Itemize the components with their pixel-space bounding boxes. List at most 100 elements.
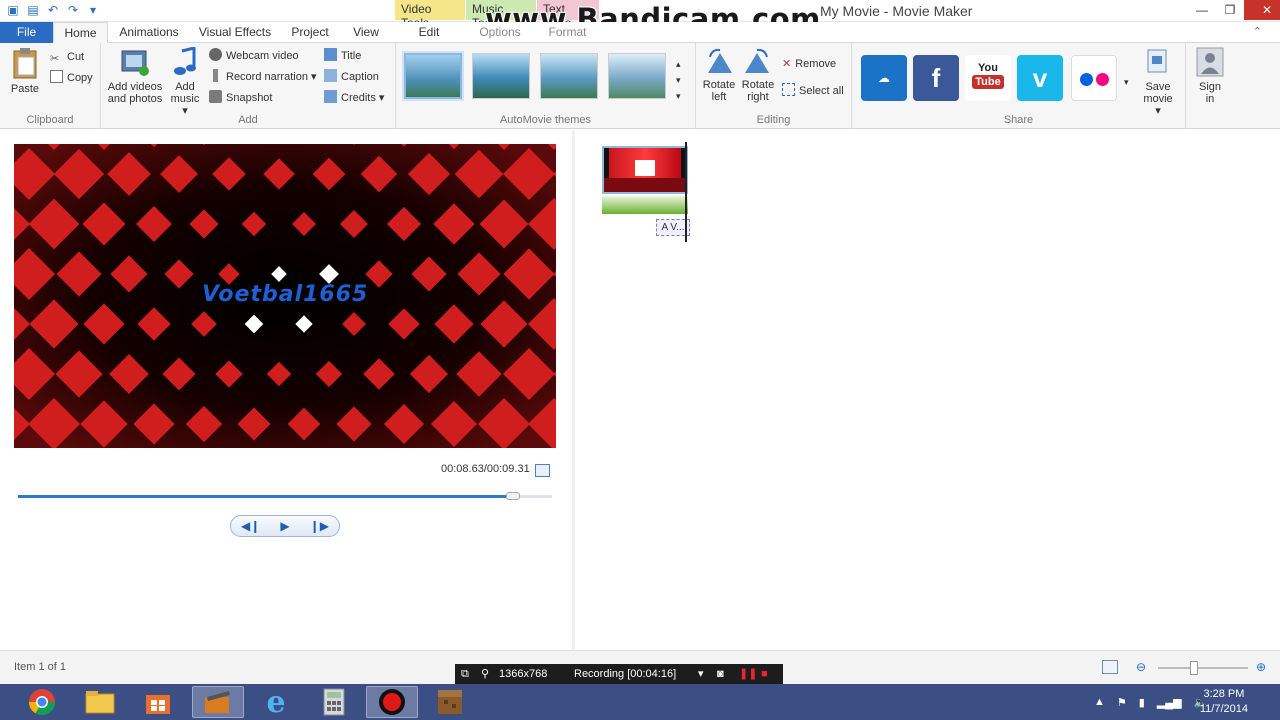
save-icon[interactable]: ▤ bbox=[26, 3, 40, 17]
rotate-right-label-1: Rotate bbox=[741, 79, 775, 91]
cut-button[interactable]: ✂ Cut bbox=[50, 48, 84, 66]
video-tools-context: Video Tools bbox=[395, 0, 465, 30]
tab-options[interactable]: Options bbox=[475, 22, 525, 43]
minecraft-icon[interactable] bbox=[424, 686, 476, 718]
rotate-left-button[interactable]: Rotate left bbox=[702, 47, 736, 103]
add-videos-photos-button[interactable]: Add videos and photos bbox=[106, 47, 164, 105]
thumbnail-size-icon[interactable] bbox=[1102, 660, 1118, 674]
recording-menu-icon[interactable]: ▾ bbox=[698, 664, 704, 684]
snapshot-label: Snapshot bbox=[226, 92, 273, 104]
credits-button[interactable]: Credits ▾ bbox=[324, 89, 384, 107]
tab-view[interactable]: View bbox=[345, 22, 387, 43]
tab-project[interactable]: Project bbox=[285, 22, 335, 43]
paste-button[interactable]: Paste bbox=[6, 47, 44, 95]
zoom-in-icon[interactable]: ⊕ bbox=[1256, 660, 1266, 674]
remove-button[interactable]: ✕ Remove bbox=[782, 55, 836, 73]
clock[interactable]: 3:28 PM 11/7/2014 bbox=[1200, 687, 1248, 717]
store-icon[interactable] bbox=[132, 686, 184, 718]
maximize-button[interactable]: ❐ bbox=[1216, 0, 1244, 20]
minimize-ribbon-icon[interactable]: ⌃ bbox=[1253, 25, 1262, 38]
youtube-icon[interactable]: You Tube bbox=[965, 55, 1011, 101]
title-button[interactable]: Title bbox=[324, 47, 361, 65]
zoom-slider-track[interactable] bbox=[1158, 667, 1248, 669]
webcam-video-button[interactable]: Webcam video bbox=[209, 47, 299, 65]
movie-maker-icon[interactable] bbox=[192, 686, 244, 718]
play-icon[interactable]: ▶ bbox=[280, 519, 289, 533]
themes-more-icon[interactable]: ▾ bbox=[676, 87, 681, 105]
internet-explorer-icon[interactable]: e bbox=[250, 685, 302, 720]
webcam-label: Webcam video bbox=[226, 50, 299, 62]
clip-frame-graphic bbox=[604, 148, 686, 192]
copy-button[interactable]: Copy bbox=[50, 69, 93, 87]
rotate-right-button[interactable]: Rotate right bbox=[740, 47, 776, 103]
search-icon[interactable]: ⚲ bbox=[481, 664, 489, 684]
video-preview[interactable]: Voetbal1665 bbox=[14, 144, 556, 448]
tab-visual-effects[interactable]: Visual Effects bbox=[196, 22, 274, 43]
fullscreen-preview-icon[interactable] bbox=[535, 464, 550, 477]
video-clip-thumbnail[interactable] bbox=[602, 146, 688, 194]
add-music-button[interactable]: Add music ▾ bbox=[167, 47, 203, 117]
close-button[interactable]: ✕ bbox=[1244, 0, 1280, 20]
recording-status: Recording [00:04:16] bbox=[574, 668, 677, 680]
facebook-icon[interactable]: f bbox=[913, 55, 959, 101]
storyboard-playhead[interactable] bbox=[685, 142, 687, 242]
onedrive-icon[interactable]: ☁ bbox=[861, 55, 907, 101]
calculator-icon[interactable] bbox=[308, 686, 360, 718]
seek-thumb[interactable] bbox=[506, 492, 521, 500]
tab-home[interactable]: Home bbox=[53, 22, 108, 43]
select-all-icon bbox=[782, 83, 795, 96]
system-tray: ▲ ⚑ ▮ ▂▄▆ 🔈 bbox=[1094, 696, 1207, 709]
zoom-slider-thumb[interactable] bbox=[1190, 661, 1198, 675]
network-icon[interactable]: ▮ bbox=[1139, 696, 1145, 709]
next-frame-icon[interactable]: ❙▶ bbox=[310, 519, 329, 533]
pause-record-icon[interactable]: ❚❚ bbox=[739, 664, 757, 684]
show-hidden-icons-icon[interactable]: ▲ bbox=[1094, 696, 1105, 709]
theme-default[interactable] bbox=[404, 53, 462, 99]
dropdown-caret-icon: ▾ bbox=[375, 92, 385, 104]
flickr-icon[interactable] bbox=[1071, 55, 1117, 101]
tab-file[interactable]: File bbox=[0, 22, 53, 43]
app-menu-icon[interactable]: ▣ bbox=[6, 3, 20, 17]
audio-clip-waveform[interactable] bbox=[602, 196, 688, 214]
seek-bar[interactable] bbox=[18, 492, 552, 500]
snapshot-button[interactable]: Snapshot bbox=[209, 89, 272, 107]
sign-in-label-1: Sign bbox=[1198, 81, 1222, 93]
undo-icon[interactable]: ↶ bbox=[46, 3, 60, 17]
camera-icon bbox=[209, 90, 222, 103]
window-mode-icon[interactable]: ⧉ bbox=[461, 664, 469, 684]
add-music-label-1: Add bbox=[175, 81, 195, 93]
share-more-icon[interactable]: ▾ bbox=[1124, 73, 1129, 91]
save-movie-button[interactable]: Save movie ▾ bbox=[1140, 47, 1176, 117]
stop-record-icon[interactable]: ■ bbox=[761, 664, 768, 684]
video-title-overlay: Voetbal1665 bbox=[202, 282, 369, 307]
zoom-out-icon[interactable]: ⊖ bbox=[1136, 660, 1146, 674]
file-explorer-icon[interactable] bbox=[74, 686, 126, 718]
sign-in-button[interactable]: Sign in bbox=[1192, 47, 1228, 105]
tab-format[interactable]: Format bbox=[540, 22, 595, 43]
window-controls: — ❐ ✕ bbox=[1188, 0, 1280, 20]
record-narration-button[interactable]: Record narration ▾ bbox=[209, 68, 317, 86]
share-group: ☁ f You Tube v ▾ Share bbox=[852, 43, 1186, 129]
bandicam-icon[interactable] bbox=[366, 686, 418, 718]
theme-contemporary[interactable] bbox=[472, 53, 530, 99]
clipboard-group: Paste ✂ Cut Copy Clipboard bbox=[0, 43, 101, 129]
redo-icon[interactable]: ↷ bbox=[66, 3, 80, 17]
screenshot-camera-icon[interactable]: ◙ bbox=[717, 664, 724, 684]
signal-icon[interactable]: ▂▄▆ bbox=[1157, 696, 1182, 709]
select-all-button[interactable]: Select all bbox=[782, 82, 844, 100]
chrome-icon[interactable] bbox=[16, 686, 68, 718]
user-icon bbox=[1196, 47, 1224, 77]
caption-button[interactable]: Caption bbox=[324, 68, 379, 86]
theme-fade[interactable] bbox=[540, 53, 598, 99]
add-music-label-2: music bbox=[170, 93, 200, 105]
vimeo-icon[interactable]: v bbox=[1017, 55, 1063, 101]
customize-qat-icon[interactable]: ▾ bbox=[86, 3, 100, 17]
action-center-flag-icon[interactable]: ⚑ bbox=[1117, 696, 1127, 709]
tab-animations[interactable]: Animations bbox=[112, 22, 186, 43]
film-photo-icon bbox=[121, 50, 149, 76]
minimize-button[interactable]: — bbox=[1188, 0, 1216, 20]
tab-edit[interactable]: Edit bbox=[405, 22, 453, 43]
taskbar: e ▲ ⚑ ▮ ▂▄▆ 🔈 3:28 PM 11/7/2014 bbox=[0, 684, 1280, 720]
previous-frame-icon[interactable]: ◀❙ bbox=[241, 519, 260, 533]
theme-pan-zoom[interactable] bbox=[608, 53, 666, 99]
